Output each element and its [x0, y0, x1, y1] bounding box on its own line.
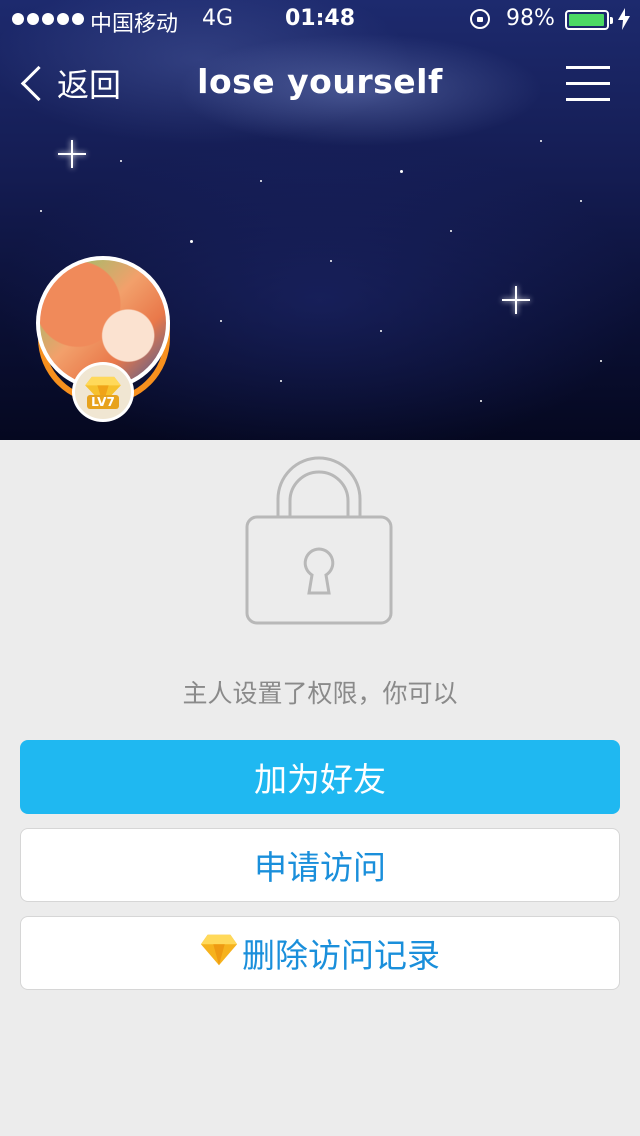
sparkle-star — [58, 140, 86, 168]
back-label: 返回 — [57, 66, 122, 104]
star — [280, 380, 282, 382]
delete-visit-records-label: 删除访问记录 — [242, 936, 440, 975]
battery-icon — [565, 10, 613, 30]
star — [190, 240, 193, 243]
star — [580, 200, 582, 202]
diamond-icon — [200, 934, 238, 966]
request-visit-button[interactable]: 申请访问 — [20, 828, 620, 902]
star — [330, 260, 332, 262]
menu-icon — [566, 82, 610, 85]
status-bar: 中国移动 4G 01:48 98% — [0, 0, 640, 40]
star — [480, 400, 482, 402]
star — [540, 140, 542, 142]
delete-visit-records-button[interactable]: 删除访问记录 — [20, 916, 620, 990]
star — [220, 320, 222, 322]
sparkle-star — [502, 286, 530, 314]
lock-icon — [245, 456, 393, 625]
star — [380, 330, 382, 332]
level-label: LV7 — [87, 395, 119, 409]
page-title: lose yourself — [197, 62, 443, 101]
battery-percent: 98% — [506, 6, 555, 31]
menu-icon — [566, 66, 610, 69]
star — [40, 210, 42, 212]
star — [120, 160, 122, 162]
charging-icon — [618, 8, 630, 30]
star — [600, 360, 602, 362]
rotation-lock-icon — [470, 9, 490, 29]
star — [400, 170, 403, 173]
level-badge[interactable]: LV7 — [72, 362, 134, 422]
menu-button[interactable] — [566, 64, 610, 104]
menu-icon — [566, 98, 610, 101]
star — [450, 230, 452, 232]
chevron-left-icon — [20, 65, 57, 101]
profile-cover: 中国移动 4G 01:48 98% 返回 lose yourself LV7 — [0, 0, 640, 440]
navigation-bar: 返回 lose yourself — [0, 40, 640, 128]
back-button[interactable]: 返回 — [16, 60, 121, 106]
add-friend-button[interactable]: 加为好友 — [20, 740, 620, 814]
permission-hint: 主人设置了权限，你可以 — [182, 679, 458, 708]
star — [260, 180, 262, 182]
